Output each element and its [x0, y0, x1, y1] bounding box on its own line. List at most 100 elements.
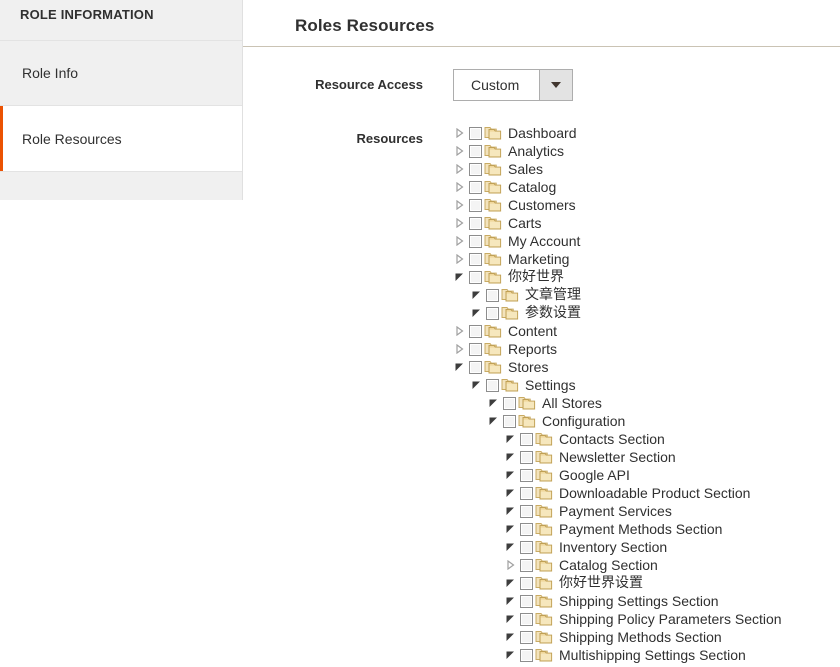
tree-expand-icon[interactable] — [504, 556, 520, 574]
tree-collapse-icon[interactable] — [504, 466, 520, 484]
tree-collapse-icon[interactable] — [504, 574, 520, 592]
tree-node[interactable]: Catalog Section — [453, 556, 840, 574]
tree-expand-icon[interactable] — [453, 322, 469, 340]
tree-expand-icon[interactable] — [453, 214, 469, 232]
tree-node[interactable]: Shipping Policy Parameters Section — [453, 610, 840, 628]
tree-collapse-icon[interactable] — [453, 268, 469, 286]
tree-node[interactable]: Newsletter Section — [453, 448, 840, 466]
tree-node-checkbox[interactable] — [520, 576, 533, 590]
resources-tree: Dashboard Analytics Sales Catalog Customers C… — [453, 123, 840, 664]
tree-collapse-icon[interactable] — [504, 520, 520, 538]
folder-icon — [501, 287, 519, 303]
tree-node-checkbox[interactable] — [503, 414, 516, 428]
tree-node-checkbox[interactable] — [520, 648, 533, 662]
tree-collapse-icon[interactable] — [470, 286, 486, 304]
tree-node-checkbox[interactable] — [520, 432, 533, 446]
resource-access-value[interactable]: Custom — [454, 70, 540, 100]
tree-node-checkbox[interactable] — [469, 216, 482, 230]
tree-node-checkbox[interactable] — [469, 126, 482, 140]
tree-node[interactable]: Multishipping Settings Section — [453, 646, 840, 664]
tree-node[interactable]: Google API — [453, 466, 840, 484]
tree-node[interactable]: Stores — [453, 358, 840, 376]
tree-node[interactable]: Content — [453, 322, 840, 340]
tree-node-checkbox[interactable] — [486, 378, 499, 392]
tree-expand-icon[interactable] — [453, 196, 469, 214]
tree-node[interactable]: Reports — [453, 340, 840, 358]
tree-node-checkbox[interactable] — [520, 522, 533, 536]
tree-node-checkbox[interactable] — [486, 288, 499, 302]
tree-node[interactable]: Payment Services — [453, 502, 840, 520]
tree-collapse-icon[interactable] — [470, 376, 486, 394]
tree-node-checkbox[interactable] — [469, 270, 482, 284]
tree-collapse-icon[interactable] — [504, 484, 520, 502]
tree-node[interactable]: My Account — [453, 232, 840, 250]
tree-node[interactable]: 你好世界设置 — [453, 574, 840, 592]
tree-node-checkbox[interactable] — [469, 360, 482, 374]
tree-expand-icon[interactable] — [453, 160, 469, 178]
tree-node[interactable]: All Stores — [453, 394, 840, 412]
tree-node-checkbox[interactable] — [520, 504, 533, 518]
tree-collapse-icon[interactable] — [504, 628, 520, 646]
tree-collapse-icon[interactable] — [504, 610, 520, 628]
tree-node-checkbox[interactable] — [520, 468, 533, 482]
tree-node[interactable]: Settings — [453, 376, 840, 394]
tree-node-checkbox[interactable] — [469, 234, 482, 248]
tree-node[interactable]: Analytics — [453, 142, 840, 160]
tree-node[interactable]: Dashboard — [453, 124, 840, 142]
tree-node-checkbox[interactable] — [469, 180, 482, 194]
sidebar-item-role-resources[interactable]: Role Resources — [0, 106, 242, 171]
tree-node-label: Dashboard — [508, 125, 577, 141]
folder-icon — [484, 359, 502, 375]
tree-node[interactable]: Shipping Methods Section — [453, 628, 840, 646]
tree-node-checkbox[interactable] — [469, 324, 482, 338]
tree-node-checkbox[interactable] — [520, 630, 533, 644]
tree-expand-icon[interactable] — [453, 340, 469, 358]
tree-node[interactable]: Catalog — [453, 178, 840, 196]
tree-collapse-icon[interactable] — [470, 304, 486, 322]
tree-node-checkbox[interactable] — [520, 612, 533, 626]
tree-node[interactable]: 文章管理 — [453, 286, 840, 304]
tree-node-checkbox[interactable] — [469, 252, 482, 266]
tree-node[interactable]: Carts — [453, 214, 840, 232]
tree-node-checkbox[interactable] — [469, 342, 482, 356]
tree-expand-icon[interactable] — [453, 142, 469, 160]
tree-collapse-icon[interactable] — [504, 430, 520, 448]
tree-node[interactable]: 你好世界 — [453, 268, 840, 286]
tree-node[interactable]: Shipping Settings Section — [453, 592, 840, 610]
tree-node[interactable]: 参数设置 — [453, 304, 840, 322]
tree-node[interactable]: Downloadable Product Section — [453, 484, 840, 502]
tree-node-checkbox[interactable] — [469, 198, 482, 212]
tree-collapse-icon[interactable] — [487, 394, 503, 412]
tree-collapse-icon[interactable] — [504, 592, 520, 610]
tree-node-checkbox[interactable] — [520, 450, 533, 464]
resource-access-select[interactable]: Custom — [453, 69, 574, 101]
tree-expand-icon[interactable] — [453, 178, 469, 196]
tree-expand-icon[interactable] — [453, 250, 469, 268]
resource-access-dropdown-button[interactable] — [539, 70, 573, 100]
tree-node-checkbox[interactable] — [520, 594, 533, 608]
tree-collapse-icon[interactable] — [504, 646, 520, 664]
tree-node-label: Customers — [508, 197, 576, 213]
tree-node-checkbox[interactable] — [503, 396, 516, 410]
tree-node[interactable]: Payment Methods Section — [453, 520, 840, 538]
tree-collapse-icon[interactable] — [453, 358, 469, 376]
tree-collapse-icon[interactable] — [487, 412, 503, 430]
tree-collapse-icon[interactable] — [504, 502, 520, 520]
tree-node-checkbox[interactable] — [520, 540, 533, 554]
sidebar-item-role-info[interactable]: Role Info — [0, 41, 242, 106]
tree-node-checkbox[interactable] — [469, 162, 482, 176]
tree-collapse-icon[interactable] — [504, 448, 520, 466]
tree-node-checkbox[interactable] — [486, 306, 499, 320]
tree-expand-icon[interactable] — [453, 124, 469, 142]
tree-node[interactable]: Customers — [453, 196, 840, 214]
tree-collapse-icon[interactable] — [504, 538, 520, 556]
tree-node-checkbox[interactable] — [520, 486, 533, 500]
tree-node-checkbox[interactable] — [469, 144, 482, 158]
tree-expand-icon[interactable] — [453, 232, 469, 250]
tree-node[interactable]: Contacts Section — [453, 430, 840, 448]
tree-node[interactable]: Inventory Section — [453, 538, 840, 556]
tree-node[interactable]: Marketing — [453, 250, 840, 268]
tree-node[interactable]: Configuration — [453, 412, 840, 430]
tree-node-checkbox[interactable] — [520, 558, 533, 572]
tree-node[interactable]: Sales — [453, 160, 840, 178]
